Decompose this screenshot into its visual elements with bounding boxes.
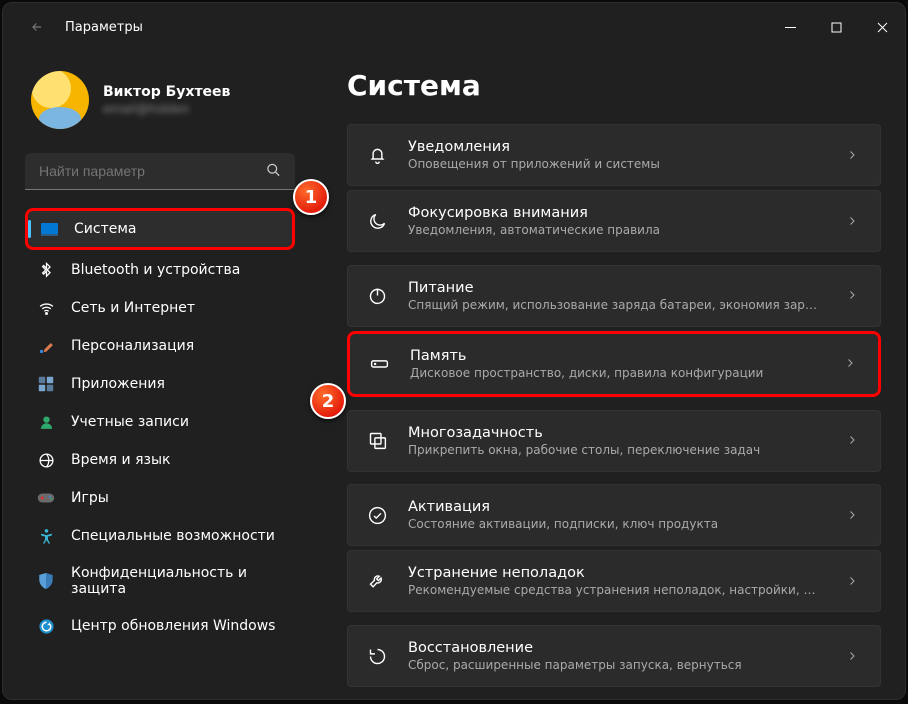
search-input[interactable]	[25, 153, 295, 190]
sidebar-item-label: Время и язык	[71, 452, 170, 468]
sidebar-item-person[interactable]: Учетные записи	[25, 404, 295, 440]
sidebar-item-label: Приложения	[71, 376, 165, 392]
accessibility-icon	[37, 527, 55, 545]
gamepad-icon	[37, 489, 55, 507]
sidebar-item-bluetooth[interactable]: Bluetooth и устройства	[25, 252, 295, 288]
setting-desc: Оповещения от приложений и системы	[408, 157, 822, 171]
chevron-right-icon	[840, 354, 860, 373]
sidebar-item-brush[interactable]: Персонализация	[25, 328, 295, 364]
page-title: Система	[347, 69, 881, 102]
setting-desc: Дисковое пространство, диски, правила ко…	[410, 366, 820, 380]
bell-icon	[366, 144, 388, 166]
setting-item-power[interactable]: Питание Спящий режим, использование заряд…	[347, 265, 881, 327]
bluetooth-icon	[37, 261, 55, 279]
setting-desc: Сброс, расширенные параметры запуска, ве…	[408, 658, 822, 672]
setting-title: Активация	[408, 499, 822, 515]
back-button[interactable]	[21, 11, 53, 43]
setting-desc: Спящий режим, использование заряда батар…	[408, 298, 822, 312]
sidebar-item-label: Игры	[71, 490, 109, 506]
chevron-right-icon	[842, 572, 862, 591]
sidebar-item-monitor[interactable]: Система	[25, 208, 295, 250]
sidebar-nav: Система Bluetooth и устройства Сеть и Инте…	[25, 208, 295, 644]
window-controls	[767, 3, 905, 51]
setting-item-recovery[interactable]: Восстановление Сброс, расширенные парамет…	[347, 625, 881, 687]
wrench-icon	[366, 570, 388, 592]
avatar	[31, 71, 89, 129]
brush-icon	[37, 337, 55, 355]
power-icon	[366, 285, 388, 307]
sidebar-item-label: Конфиденциальность и защита	[71, 565, 283, 597]
sidebar-item-label: Система	[74, 221, 136, 237]
apps-icon	[37, 375, 55, 393]
sidebar-item-accessibility[interactable]: Специальные возможности	[25, 518, 295, 554]
sidebar-item-update[interactable]: Центр обновления Windows	[25, 608, 295, 644]
sidebar: Виктор Бухтеев email@hidden Система Bluet…	[3, 51, 307, 699]
update-icon	[37, 617, 55, 635]
setting-title: Устранение неполадок	[408, 565, 822, 581]
setting-desc: Рекомендуемые средства устранения непола…	[408, 583, 822, 597]
main-pane: Система Уведомления Оповещения от приложе…	[307, 51, 905, 699]
window-title: Параметры	[65, 20, 143, 35]
sidebar-item-label: Персонализация	[71, 338, 194, 354]
chevron-right-icon	[842, 431, 862, 450]
sidebar-item-label: Учетные записи	[71, 414, 189, 430]
profile-name: Виктор Бухтеев	[103, 84, 230, 100]
sidebar-item-shield[interactable]: Конфиденциальность и защита	[25, 556, 295, 606]
sidebar-item-clock-globe[interactable]: Время и язык	[25, 442, 295, 478]
sidebar-item-gamepad[interactable]: Игры	[25, 480, 295, 516]
setting-title: Многозадачность	[408, 425, 822, 441]
maximize-button[interactable]	[813, 3, 859, 51]
profile-email: email@hidden	[103, 102, 230, 116]
setting-title: Память	[410, 348, 820, 364]
setting-item-check-circle[interactable]: Активация Состояние активации, подписки, …	[347, 484, 881, 546]
minimize-button[interactable]	[767, 3, 813, 51]
storage-icon	[368, 353, 390, 375]
monitor-icon	[40, 220, 58, 238]
setting-item-moon[interactable]: Фокусировка внимания Уведомления, автомат…	[347, 190, 881, 252]
chevron-right-icon	[842, 212, 862, 231]
settings-list: Уведомления Оповещения от приложений и си…	[347, 124, 881, 687]
recovery-icon	[366, 645, 388, 667]
chevron-right-icon	[842, 286, 862, 305]
moon-icon	[366, 210, 388, 232]
setting-item-bell[interactable]: Уведомления Оповещения от приложений и си…	[347, 124, 881, 186]
settings-window: Параметры Виктор Бухтеев email@hidden	[2, 2, 906, 700]
callout-2: 2	[310, 383, 346, 419]
chevron-right-icon	[842, 146, 862, 165]
sidebar-item-apps[interactable]: Приложения	[25, 366, 295, 402]
setting-title: Фокусировка внимания	[408, 205, 822, 221]
clock-globe-icon	[37, 451, 55, 469]
setting-item-multitask[interactable]: Многозадачность Прикрепить окна, рабочие …	[347, 410, 881, 472]
chevron-right-icon	[842, 506, 862, 525]
callout-1: 1	[293, 179, 329, 215]
sidebar-item-label: Bluetooth и устройства	[71, 262, 240, 278]
setting-title: Уведомления	[408, 139, 822, 155]
titlebar: Параметры	[3, 3, 905, 51]
shield-icon	[37, 572, 55, 590]
multitask-icon	[366, 430, 388, 452]
profile-block[interactable]: Виктор Бухтеев email@hidden	[25, 59, 295, 149]
sidebar-item-wifi[interactable]: Сеть и Интернет	[25, 290, 295, 326]
sidebar-item-label: Центр обновления Windows	[71, 618, 275, 634]
search-box	[25, 153, 295, 190]
setting-title: Питание	[408, 280, 822, 296]
chevron-right-icon	[842, 647, 862, 666]
search-icon	[266, 162, 281, 181]
close-button[interactable]	[859, 3, 905, 51]
sidebar-item-label: Сеть и Интернет	[71, 300, 195, 316]
setting-item-wrench[interactable]: Устранение неполадок Рекомендуемые средст…	[347, 550, 881, 612]
sidebar-item-label: Специальные возможности	[71, 528, 275, 544]
setting-desc: Прикрепить окна, рабочие столы, переключ…	[408, 443, 822, 457]
setting-desc: Состояние активации, подписки, ключ прод…	[408, 517, 822, 531]
setting-desc: Уведомления, автоматические правила	[408, 223, 822, 237]
person-icon	[37, 413, 55, 431]
check-circle-icon	[366, 504, 388, 526]
wifi-icon	[37, 299, 55, 317]
setting-title: Восстановление	[408, 640, 822, 656]
setting-item-storage[interactable]: Память Дисковое пространство, диски, прав…	[347, 331, 881, 397]
window-body: Виктор Бухтеев email@hidden Система Bluet…	[3, 51, 905, 699]
